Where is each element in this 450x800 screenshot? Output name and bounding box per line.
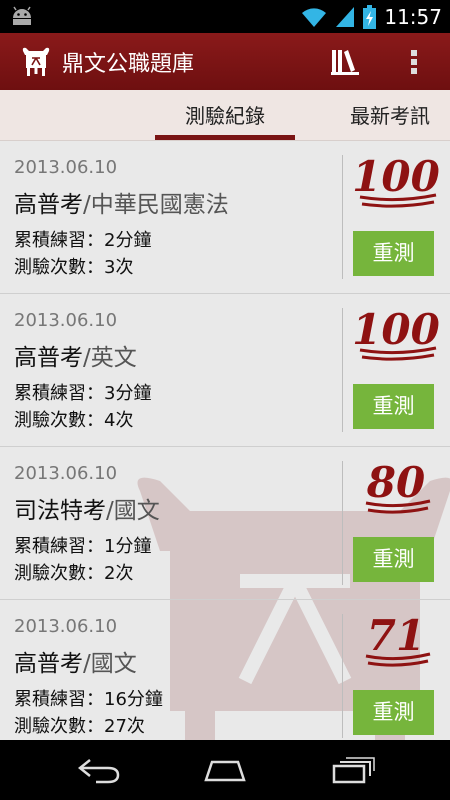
practice-time: 累積練習：16分鐘 xyxy=(14,689,163,710)
record-list[interactable]: 2013.06.10 高普考/中華民國憲法 累積練習：2分鐘 測驗次數：3次 1… xyxy=(0,141,450,740)
score-display: 100 xyxy=(352,152,440,208)
score-display: 100 xyxy=(352,305,440,361)
recent-apps-icon[interactable] xyxy=(330,756,376,784)
battery-charging-icon xyxy=(363,4,377,29)
retest-button[interactable]: 重測 xyxy=(353,690,434,735)
signal-icon xyxy=(336,6,355,27)
score-value: 100 xyxy=(352,305,440,354)
score-value: 80 xyxy=(366,458,425,507)
subject-name: 中華民國憲法 xyxy=(90,192,229,218)
vertical-divider xyxy=(342,308,343,432)
wifi-icon xyxy=(302,7,327,27)
exam-name: 高普考 xyxy=(14,345,83,371)
score-value: 100 xyxy=(352,152,440,201)
retest-button[interactable]: 重測 xyxy=(353,384,434,429)
app-logo-icon[interactable] xyxy=(20,45,52,77)
library-icon[interactable] xyxy=(330,47,360,75)
vertical-divider xyxy=(342,155,343,279)
navigation-bar xyxy=(0,740,450,800)
back-icon[interactable] xyxy=(76,756,122,784)
subject-separator: / xyxy=(106,498,114,524)
attempt-count: 測驗次數：27次 xyxy=(14,716,145,737)
record-date: 2013.06.10 xyxy=(14,616,118,637)
subject-name: 國文 xyxy=(90,651,137,677)
practice-time: 累積練習：3分鐘 xyxy=(14,383,152,404)
tab-latest-exam-news[interactable]: 最新考訊 xyxy=(350,90,450,140)
record-item[interactable]: 2013.06.10 高普考/國文 累積練習：16分鐘 測驗次數：27次 71 … xyxy=(0,600,450,740)
subject-separator: / xyxy=(83,345,91,371)
score-value: 71 xyxy=(367,611,425,660)
record-date: 2013.06.10 xyxy=(14,463,118,484)
tab-test-records[interactable]: 測驗紀錄 xyxy=(155,90,295,140)
attempt-count: 測驗次數：2次 xyxy=(14,563,134,584)
score-display: 71 xyxy=(365,611,431,667)
attempt-count: 測驗次數：3次 xyxy=(14,257,134,278)
record-date: 2013.06.10 xyxy=(14,157,118,178)
practice-time: 累積練習：2分鐘 xyxy=(14,230,152,251)
record-date: 2013.06.10 xyxy=(14,310,118,331)
exam-name: 高普考 xyxy=(14,651,83,677)
vertical-divider xyxy=(342,614,343,738)
vertical-divider xyxy=(342,461,343,585)
attempt-count: 測驗次數：4次 xyxy=(14,410,134,431)
record-subject: 高普考/國文 xyxy=(14,644,137,678)
subject-name: 國文 xyxy=(113,498,160,524)
exam-name: 高普考 xyxy=(14,192,83,218)
record-subject: 司法特考/國文 xyxy=(14,491,160,525)
score-display: 80 xyxy=(365,458,431,514)
record-item[interactable]: 2013.06.10 高普考/英文 累積練習：3分鐘 測驗次數：4次 100 重… xyxy=(0,294,450,447)
android-icon xyxy=(13,6,31,25)
subject-separator: / xyxy=(83,651,91,677)
subject-name: 英文 xyxy=(90,345,137,371)
action-bar: 鼎文公職題庫 xyxy=(0,33,450,90)
tab-bar: 測驗紀錄 最新考訊 xyxy=(0,90,450,141)
home-icon[interactable] xyxy=(202,756,248,784)
retest-button[interactable]: 重測 xyxy=(353,231,434,276)
subject-separator: / xyxy=(83,192,91,218)
record-item[interactable]: 2013.06.10 司法特考/國文 累積練習：1分鐘 測驗次數：2次 80 重… xyxy=(0,447,450,600)
app-title: 鼎文公職題庫 xyxy=(62,52,195,77)
active-tab-indicator xyxy=(155,135,295,140)
overflow-menu-icon[interactable] xyxy=(405,46,423,78)
record-item[interactable]: 2013.06.10 高普考/中華民國憲法 累積練習：2分鐘 測驗次數：3次 1… xyxy=(0,141,450,294)
tab-label: 測驗紀錄 xyxy=(185,104,265,128)
retest-button[interactable]: 重測 xyxy=(353,537,434,582)
record-subject: 高普考/英文 xyxy=(14,338,137,372)
exam-name: 司法特考 xyxy=(14,498,106,524)
status-bar: 11:57 xyxy=(0,0,450,33)
clock: 11:57 xyxy=(384,4,442,29)
tab-label: 最新考訊 xyxy=(350,104,430,128)
record-subject: 高普考/中華民國憲法 xyxy=(14,185,229,219)
practice-time: 累積練習：1分鐘 xyxy=(14,536,152,557)
